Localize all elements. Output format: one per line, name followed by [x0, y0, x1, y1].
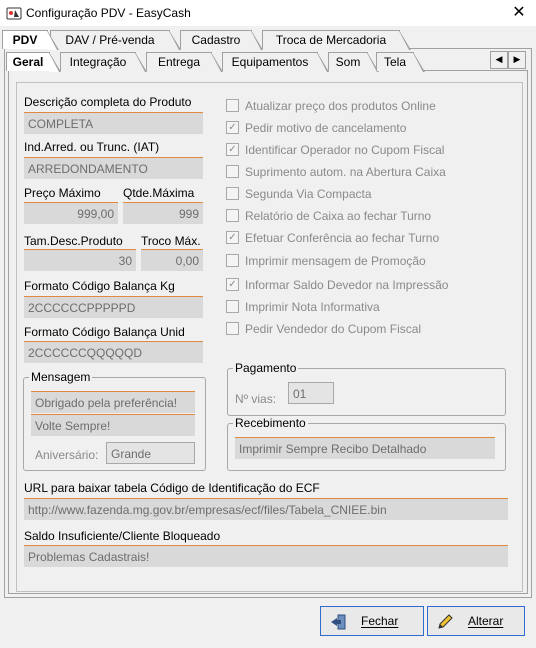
pencil-edit-icon	[436, 613, 454, 631]
checkmark-icon[interactable]: ✓	[226, 143, 239, 157]
tab-scroll-left-icon[interactable]: ◀	[490, 51, 508, 69]
checkbox[interactable]	[226, 99, 239, 113]
url-label: URL para baixar tabela Código de Identif…	[24, 481, 320, 495]
cb-efetuar-conferencia[interactable]: ✓ Efetuar Conferência ao fechar Turno	[226, 230, 439, 246]
tam-desc-field[interactable]: 30	[24, 249, 136, 271]
tab-dav-pre-venda[interactable]: DAV / Pré-venda	[50, 30, 181, 50]
cb-label: Imprimir Nota Informativa	[245, 300, 380, 314]
subtab-geral[interactable]: Geral	[6, 52, 61, 72]
tab-label: Som	[335, 55, 361, 69]
exit-door-icon	[329, 613, 347, 631]
cb-label: Relatório de Caixa ao fechar Turno	[245, 209, 432, 223]
cb-relatorio-caixa[interactable]: Relatório de Caixa ao fechar Turno	[226, 208, 431, 224]
tab-scroll-right-icon[interactable]: ▶	[508, 51, 526, 69]
subtab-integracao[interactable]: Integração	[60, 52, 147, 72]
tam-desc-label: Tam.Desc.Produto	[24, 234, 123, 248]
checkbox[interactable]	[226, 254, 239, 268]
tab-troca-de-mercadoria[interactable]: Troca de Mercadoria	[262, 30, 411, 50]
alterar-label: Alterar	[468, 614, 504, 628]
balanca-unid-label: Formato Código Balança Unid	[24, 325, 185, 339]
checkbox[interactable]	[226, 187, 239, 201]
checkbox[interactable]	[226, 300, 239, 314]
app-icon	[6, 5, 22, 21]
cb-segunda-via[interactable]: Segunda Via Compacta	[226, 186, 372, 202]
balanca-kg-label: Formato Código Balança Kg	[24, 279, 175, 293]
tab-label: Integração	[69, 55, 127, 69]
descricao-field[interactable]: COMPLETA	[24, 112, 203, 134]
cb-identificar-operador[interactable]: ✓ Identificar Operador no Cupom Fiscal	[226, 142, 444, 158]
subtab-entrega[interactable]: Entrega	[146, 52, 223, 72]
arred-field[interactable]: ARREDONDAMENTO	[24, 157, 203, 179]
checkbox[interactable]	[226, 322, 239, 336]
mensagem-line1-field[interactable]: Obrigado pela preferência!	[31, 391, 195, 413]
cb-saldo-devedor[interactable]: ✓ Informar Saldo Devedor na Impressão	[226, 277, 448, 293]
cb-label: Identificar Operador no Cupom Fiscal	[245, 143, 445, 157]
balanca-kg-field[interactable]: 2CCCCCCPPPPPD	[24, 296, 203, 318]
subtab-equipamentos[interactable]: Equipamentos	[222, 52, 329, 72]
balanca-unid-field[interactable]: 2CCCCCCQQQQQD	[24, 341, 203, 363]
fechar-label: Fechar	[361, 614, 399, 628]
checkmark-icon[interactable]: ✓	[226, 231, 239, 245]
qtde-max-field[interactable]: 999	[123, 202, 203, 224]
checkbox[interactable]	[226, 165, 239, 179]
mensagem-title: Mensagem	[29, 370, 93, 384]
arred-label: Ind.Arred. ou Trunc. (IAT)	[24, 140, 160, 154]
tab-cadastro[interactable]: Cadastro	[180, 30, 263, 50]
saldo-label: Saldo Insuficiente/Cliente Bloqueado	[24, 529, 221, 543]
window-title: Configuração PDV - EasyCash	[26, 6, 191, 20]
tab-label: Entrega	[157, 55, 201, 69]
cb-label: Segunda Via Compacta	[245, 187, 372, 201]
fechar-button[interactable]: Fechar	[320, 606, 424, 636]
cb-nota-informativa[interactable]: Imprimir Nota Informativa	[226, 299, 380, 315]
checkbox[interactable]	[226, 209, 239, 223]
checkmark-icon[interactable]: ✓	[226, 121, 239, 135]
tab-label: DAV / Pré-venda	[65, 33, 155, 47]
alterar-button[interactable]: Alterar	[427, 606, 525, 636]
recebimento-title: Recebimento	[233, 416, 308, 430]
tab-label: Geral	[12, 55, 44, 69]
tab-label: PDV	[12, 33, 38, 47]
tab-label: Tela	[383, 55, 406, 69]
cb-pedir-motivo[interactable]: ✓ Pedir motivo de cancelamento	[226, 120, 406, 136]
troco-max-field[interactable]: 0,00	[141, 249, 203, 271]
cb-label: Imprimir mensagem de Promoção	[245, 254, 426, 268]
cb-label: Informar Saldo Devedor na Impressão	[245, 278, 449, 292]
cb-label: Pedir Vendedor do Cupom Fiscal	[245, 322, 422, 336]
recebimento-field[interactable]: Imprimir Sempre Recibo Detalhado	[235, 437, 495, 459]
cb-atualizar-preco[interactable]: Atualizar preço dos produtos Online	[226, 98, 436, 114]
close-icon[interactable]: ✕	[508, 2, 530, 24]
qtde-max-label: Qtde.Máxima	[123, 186, 195, 200]
cb-label: Suprimento autom. na Abertura Caixa	[245, 165, 446, 179]
saldo-field[interactable]: Problemas Cadastrais!	[24, 545, 508, 567]
descricao-label: Descrição completa do Produto	[24, 95, 192, 109]
cb-label: Efetuar Conferência ao fechar Turno	[245, 231, 440, 245]
vias-field[interactable]: 01	[288, 382, 334, 404]
tab-label: Cadastro	[191, 33, 241, 47]
tab-label: Troca de Mercadoria	[275, 33, 387, 47]
aniversario-select[interactable]: Grande	[106, 442, 195, 464]
subtab-tela[interactable]: Tela	[376, 52, 425, 72]
preco-max-field[interactable]: 999,00	[24, 202, 118, 224]
cb-label: Atualizar preço dos produtos Online	[245, 99, 436, 113]
troco-max-label: Troco Máx.	[141, 234, 201, 248]
url-field[interactable]: http://www.fazenda.mg.gov.br/empresas/ec…	[24, 498, 508, 520]
cb-pedir-vendedor[interactable]: Pedir Vendedor do Cupom Fiscal	[226, 321, 421, 337]
pagamento-title: Pagamento	[233, 361, 299, 375]
tab-label: Equipamentos	[231, 55, 309, 69]
preco-max-label: Preço Máximo	[24, 186, 101, 200]
cb-suprimento[interactable]: Suprimento autom. na Abertura Caixa	[226, 164, 446, 180]
cb-label: Pedir motivo de cancelamento	[245, 121, 407, 135]
cb-imprimir-promocao[interactable]: Imprimir mensagem de Promoção	[226, 253, 426, 269]
mensagem-line2-field[interactable]: Volte Sempre!	[31, 414, 195, 436]
aniversario-label: Aniversário:	[35, 448, 99, 462]
checkmark-icon[interactable]: ✓	[226, 278, 239, 292]
subtab-som[interactable]: Som	[328, 52, 379, 72]
vias-label: Nº vias:	[235, 392, 277, 406]
tab-pdv[interactable]: PDV	[2, 30, 59, 50]
